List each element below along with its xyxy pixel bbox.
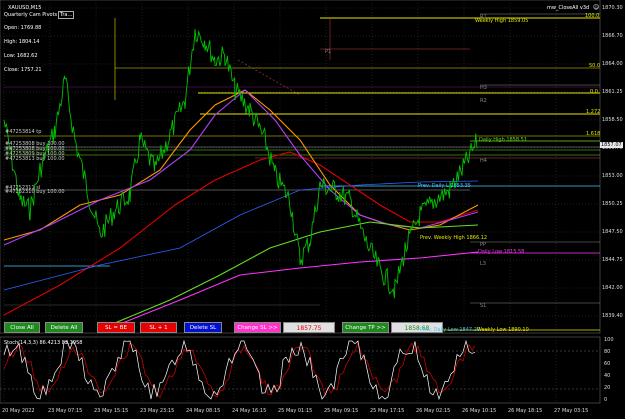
osc-axis-label: 60 <box>604 361 611 367</box>
change-tp-button[interactable]: Change TP >> <box>342 322 389 333</box>
pivot-h3-label: H3 <box>480 85 487 91</box>
fib-label-1618: 1.618 <box>586 131 601 137</box>
price-axis-label: 1870.30 <box>602 5 623 11</box>
pivot-s1-label: S1 <box>480 303 487 309</box>
ohlc-high: High: 1804.14 <box>4 39 40 45</box>
main-frame <box>0 0 601 334</box>
pivot-h4-label: H4 <box>480 158 487 164</box>
time-axis-label: 24 May 08:15 <box>186 408 221 414</box>
pivot-r1-label: R1 <box>480 14 487 20</box>
order-label: #47252311 sl <box>5 185 41 191</box>
ma-red-line <box>3 151 479 316</box>
chart-canvas[interactable] <box>0 0 625 419</box>
pivot-pp-label: PP <box>480 242 487 248</box>
prev-daily-label: Prev. Daily L 1853.35 <box>418 183 471 189</box>
time-axis-label: 20 May 2022 <box>2 408 35 414</box>
indicator-tab[interactable]: Tra… <box>58 11 75 19</box>
time-axis-label: 26 May 02:15 <box>416 408 451 414</box>
pivot-levels <box>4 13 600 331</box>
price-axis-label: 1839.40 <box>602 313 623 319</box>
order-label: #47253813 buy 100.00 <box>5 156 65 162</box>
time-axis-label: 25 May 17:15 <box>370 408 405 414</box>
price-axis-label: 1864.00 <box>602 61 623 67</box>
indicator-label: Quarterly Cam Pivots <box>4 12 58 18</box>
time-axis-label: 26 May 10:15 <box>462 408 497 414</box>
osc-axis-label: 80 <box>604 349 611 355</box>
price-line <box>3 29 478 299</box>
fib-label-50: 50.0 <box>589 63 601 69</box>
current-price-tag: 1857.07 <box>600 142 623 148</box>
time-axis-label: 23 May 15:15 <box>94 408 129 414</box>
stoch-main-line <box>3 339 476 401</box>
close-all-button[interactable]: Close All <box>4 322 40 333</box>
time-axis-label: 24 May 16:15 <box>232 408 267 414</box>
smiley-icon: ☺ <box>593 4 600 11</box>
ohlc-open: Open: 1769.88 <box>4 25 42 31</box>
sl-be-button[interactable]: SL = BE <box>97 322 135 333</box>
ma-orange-line <box>3 89 479 241</box>
daily-high-label: Daily High 1858.51 <box>479 137 527 143</box>
ohlc-low: Low: 1682.62 <box>4 53 38 59</box>
order-label: #47253814 tp <box>5 129 42 135</box>
pivot-r2-label: R2 <box>480 98 487 104</box>
change-sl-button[interactable]: Change SL >> <box>234 322 281 333</box>
fib-label-1272: 1.272 <box>586 109 601 115</box>
symbol-label: XAUUSD,M15 <box>8 5 42 11</box>
daily-low-label: Daily Low 1815.58 <box>478 249 525 255</box>
time-axis-label: 23 May 07:15 <box>48 408 83 414</box>
delete-all-button[interactable]: Delete All <box>45 322 83 333</box>
weekly-low-label: Weekly Low 1890.10 <box>477 327 529 333</box>
fib-label-100: 100.0 <box>585 13 600 19</box>
time-axis-label: 23 May 23:15 <box>140 408 175 414</box>
ohlc-close: Close: 1757.21 <box>4 67 42 73</box>
moving-averages <box>3 89 479 329</box>
prev-daily-low-label: Prev. Daily Low 1847.20 <box>420 327 481 333</box>
price-axis-label: 1842.00 <box>602 285 623 291</box>
pivot-pl-label: P1 <box>325 49 332 55</box>
osc-axis-label: 20 <box>604 385 611 391</box>
ea-label: mw_CloseAll v3d <box>547 5 590 11</box>
pivot-l3-label: L3 <box>480 261 486 267</box>
price-axis-label: 1861.25 <box>602 89 623 95</box>
sl-plus-1-button[interactable]: SL + 1 <box>140 322 177 333</box>
oscillator-label: Stoch(14,3,3) 86.4213 82.1958 <box>4 340 83 346</box>
stoch-signal-line <box>3 341 476 399</box>
price-axis-label: 1853.00 <box>602 173 623 179</box>
time-axis-label: 26 May 18:15 <box>508 408 543 414</box>
sl-value-input[interactable]: 1857.75 <box>283 322 335 333</box>
trend-line <box>237 59 301 96</box>
osc-axis-label: 100 <box>604 337 614 343</box>
ma-blue-line <box>3 180 479 291</box>
time-axis-label: 25 May 01:15 <box>278 408 313 414</box>
ma-purple-line <box>3 89 479 246</box>
osc-axis-label: 40 <box>604 373 611 379</box>
price-axis-label: 1844.75 <box>602 257 623 263</box>
price-axis-label: 1858.50 <box>602 117 623 123</box>
time-axis-label: 25 May 09:15 <box>324 408 359 414</box>
price-axis-label: 1866.70 <box>602 33 623 39</box>
prev-weekly-high-label: Prev. Weekly High 1866.12 <box>420 235 488 241</box>
price-series <box>3 29 478 299</box>
price-axis-label: 1847.50 <box>602 229 623 235</box>
delete-sl-button[interactable]: Delete SL <box>184 322 222 333</box>
ma-magenta-line <box>109 251 479 329</box>
fib-label-0: 0.0 <box>590 89 598 95</box>
price-axis-label: 1850.25 <box>602 201 623 207</box>
time-axis-label: 27 May 03:15 <box>554 408 589 414</box>
chart-grid <box>0 0 601 404</box>
osc-axis-label: 0 <box>604 397 608 403</box>
